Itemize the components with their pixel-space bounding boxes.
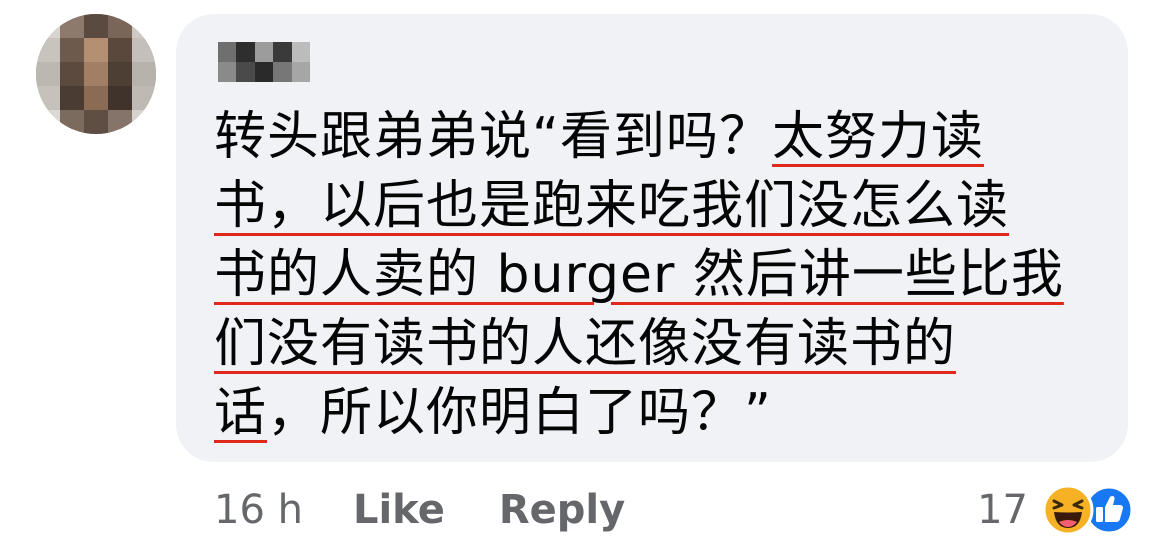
avatar-pixel [108, 86, 132, 110]
redacted-pixel [291, 62, 310, 82]
avatar-pixel [108, 38, 132, 62]
redacted-pixel [273, 42, 292, 62]
underlined-text: 话 [214, 383, 268, 443]
redacted-pixel [254, 62, 274, 82]
avatar-pixel [60, 86, 84, 110]
avatar-pixel [60, 62, 84, 86]
comment-line: 书的人卖的 burger 然后讲一些比我 [214, 241, 1104, 310]
avatar-pixel [108, 14, 132, 38]
avatar-pixel [84, 62, 108, 86]
avatar-pixel [108, 62, 132, 86]
reply-button[interactable]: Reply [499, 487, 625, 533]
avatar-pixel [60, 110, 84, 134]
redacted-pixel [254, 42, 274, 62]
avatar-pixel [36, 62, 60, 86]
avatar-pixel [60, 38, 84, 62]
avatar-pixel [36, 38, 60, 62]
avatar-pixel [84, 14, 108, 38]
redacted-pixel [291, 42, 310, 62]
author-name-redacted[interactable] [218, 42, 310, 82]
redacted-pixel [273, 62, 292, 82]
comment-line: 话，所以你明白了吗？” [214, 379, 1104, 448]
reaction-count[interactable]: 17 [977, 487, 1028, 533]
underlined-text: 书的人卖的 burger 然后讲一些比我 [214, 245, 1064, 305]
underlined-text: 太努力读 [771, 107, 984, 167]
redacted-pixel [218, 42, 237, 62]
avatar-image [36, 14, 156, 134]
avatar-pixel [84, 110, 108, 134]
comment-line: 转头跟弟弟说“看到吗？太努力读 [214, 103, 1104, 172]
avatar-pixel [132, 86, 156, 110]
comment-text: 转头跟弟弟说“看到吗？太努力读 书，以后也是跑来吃我们没怎么读 书的人卖的 burg… [214, 103, 1104, 448]
avatar-pixel [84, 38, 108, 62]
reactions-summary[interactable]: 17 [977, 478, 1138, 542]
comment-segment: 转头跟弟弟说“看到吗？ [214, 107, 772, 167]
redacted-pixel [236, 42, 255, 62]
underlined-text: 书，以后也是跑来吃我们没怎么读 [214, 176, 1010, 236]
avatar-pixel [36, 86, 60, 110]
avatar-pixel [60, 14, 84, 38]
redacted-pixel [236, 62, 255, 82]
redacted-pixel [218, 62, 237, 82]
avatar[interactable] [36, 14, 156, 134]
comment-line: 书，以后也是跑来吃我们没怎么读 [214, 172, 1104, 241]
like-button[interactable]: Like [353, 487, 445, 533]
underlined-text: 们没有读书的人还像没有读书的 [214, 314, 957, 374]
avatar-pixel [36, 14, 60, 38]
comment-line: 们没有读书的人还像没有读书的 [214, 310, 1104, 379]
reaction-icons [1042, 482, 1138, 538]
timestamp[interactable]: 16 h [214, 487, 303, 533]
haha-icon [1042, 484, 1094, 536]
avatar-pixel [132, 14, 156, 38]
avatar-pixel [36, 110, 60, 134]
comment-actions: 16 h Like Reply [214, 478, 679, 542]
avatar-pixel [132, 38, 156, 62]
avatar-pixel [84, 86, 108, 110]
comment-segment: ，所以你明白了吗？” [267, 383, 772, 443]
avatar-pixel [132, 62, 156, 86]
avatar-pixel [108, 110, 132, 134]
avatar-pixel [132, 110, 156, 134]
